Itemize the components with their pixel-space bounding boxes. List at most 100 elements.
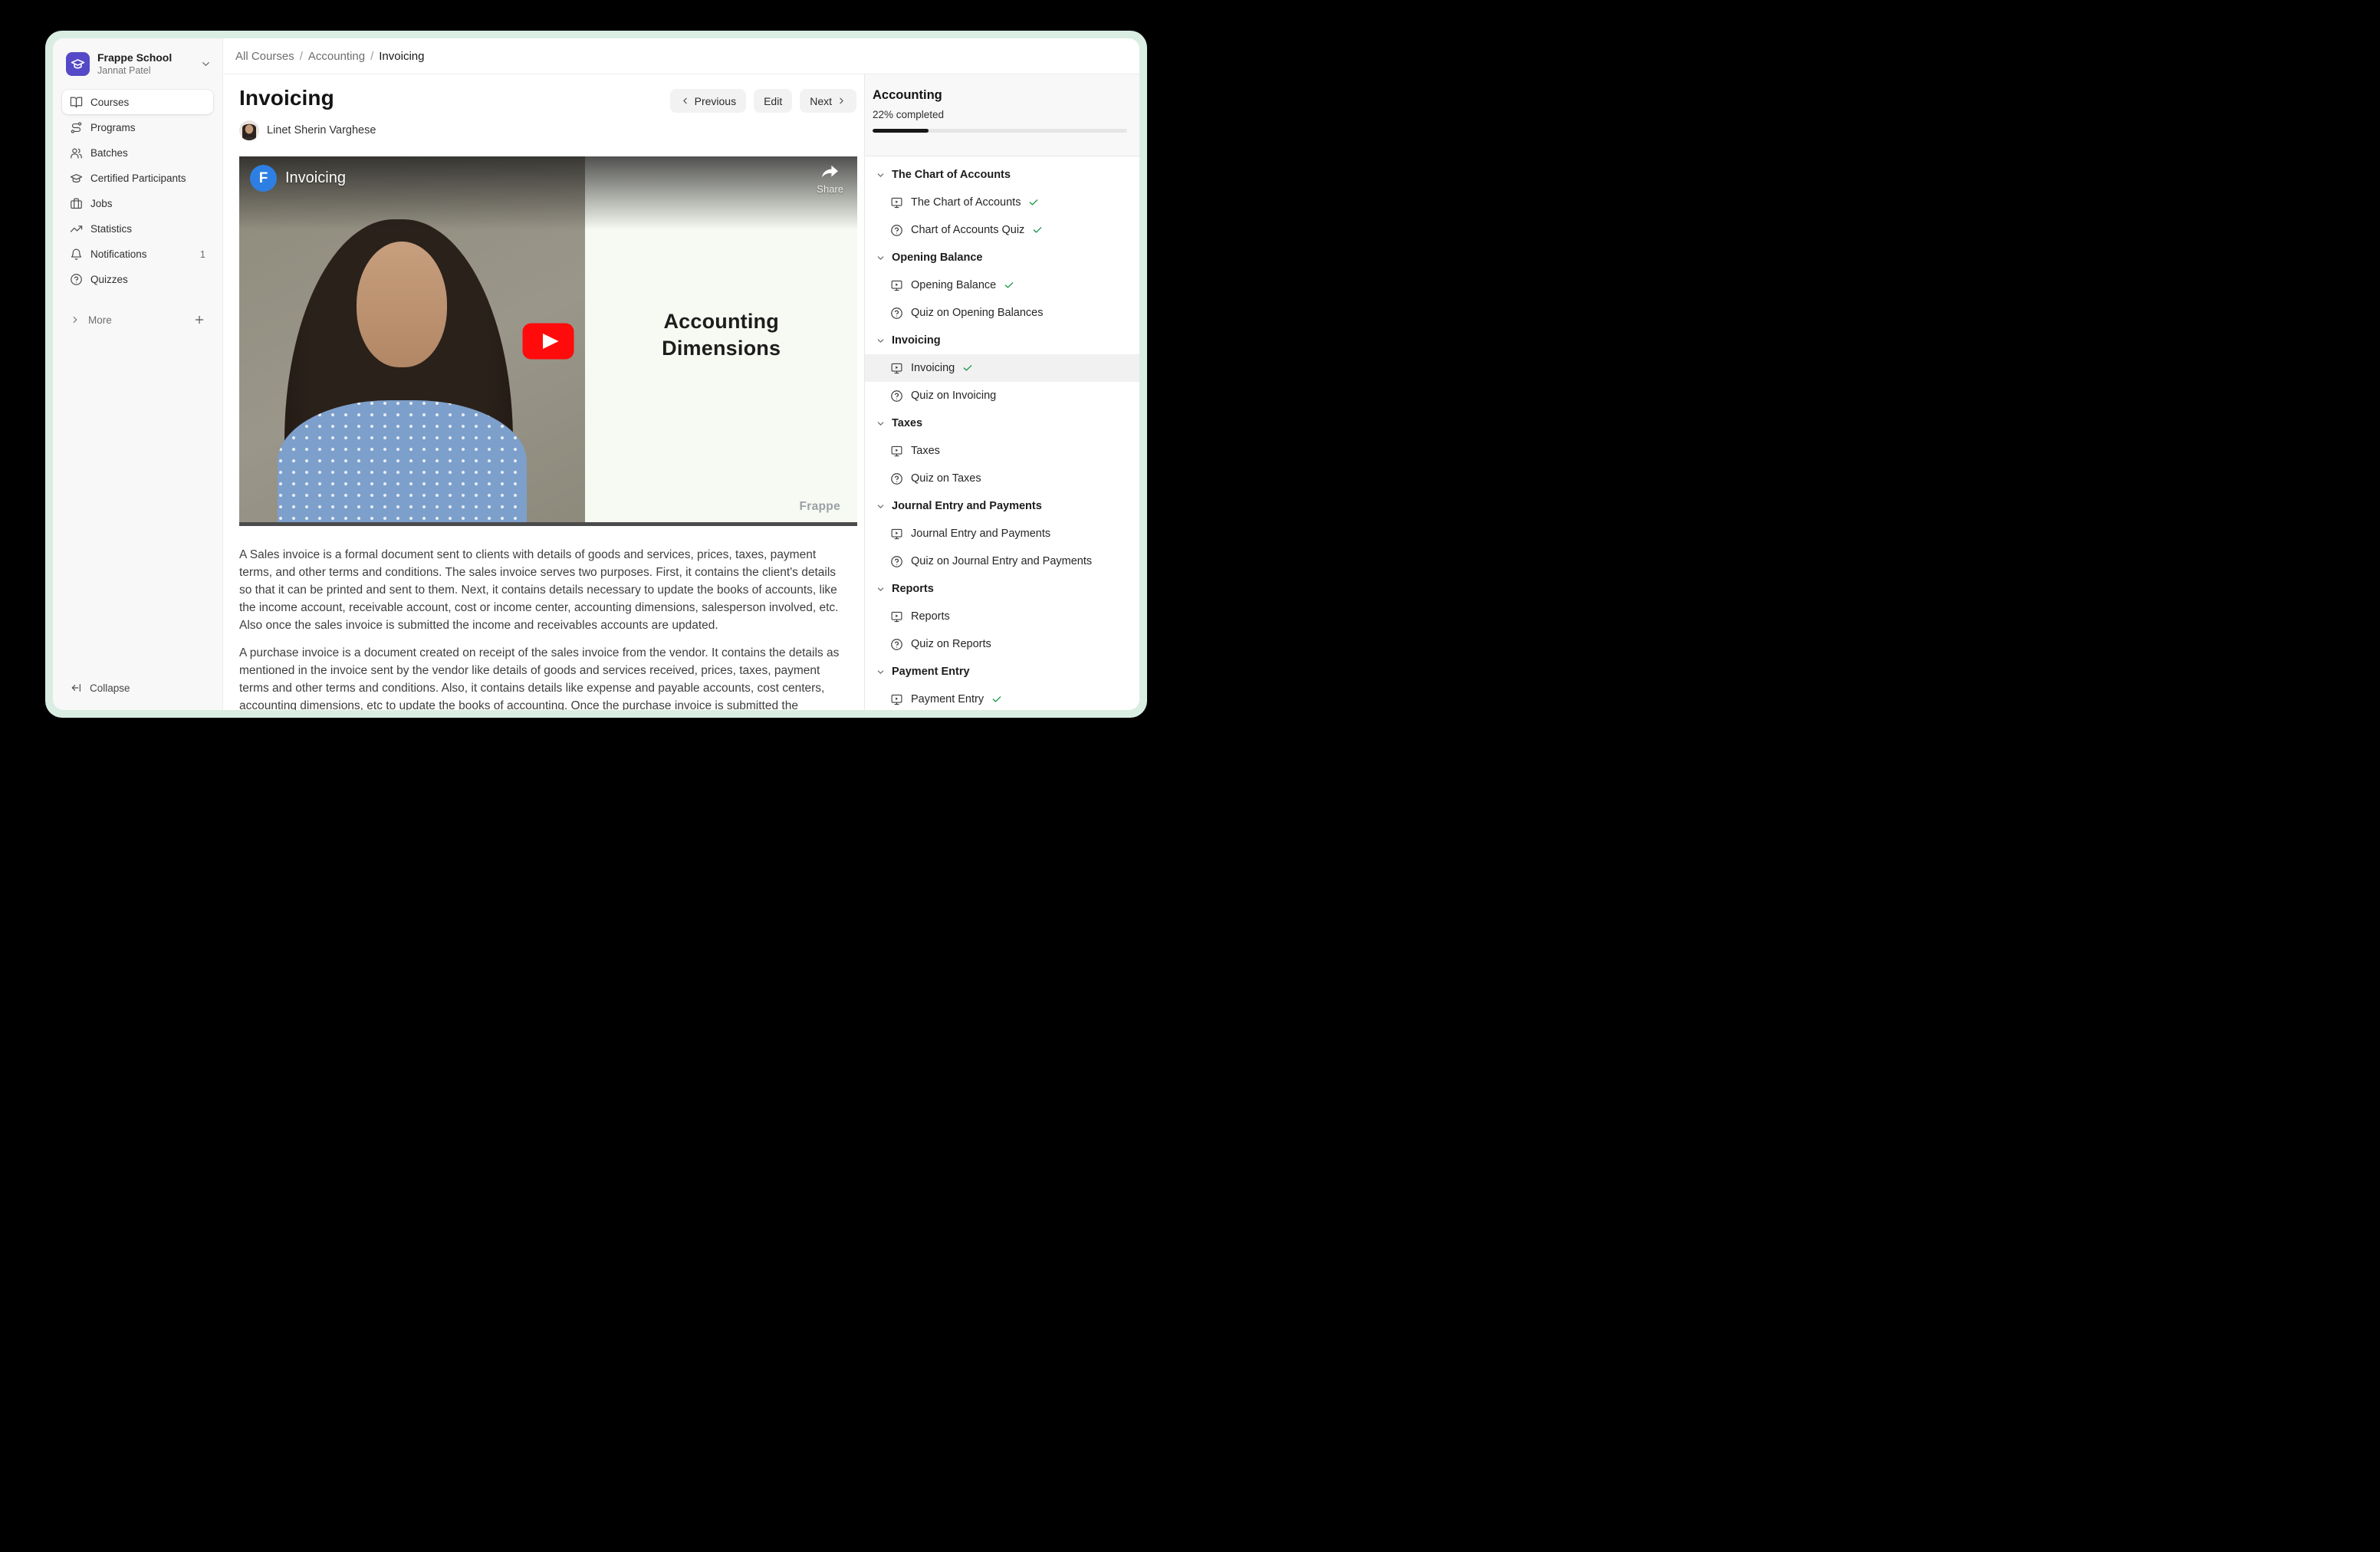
monitor-play-icon [890, 445, 903, 458]
briefcase-icon [70, 197, 83, 210]
course-progress-fill [873, 129, 929, 133]
share-label: Share [817, 183, 843, 195]
add-shortcut-button[interactable] [193, 314, 205, 326]
share-arrow-icon [821, 165, 839, 179]
sidebar-item-batches[interactable]: Batches [62, 140, 213, 165]
sidebar-item-programs[interactable]: Programs [62, 115, 213, 140]
outline-lesson[interactable]: Taxes [865, 437, 1139, 465]
chevron-right-icon [837, 96, 846, 106]
question-circle-icon [890, 555, 903, 568]
sidebar-item-notifications[interactable]: Notifications 1 [62, 242, 213, 266]
edit-lesson-button[interactable]: Edit [754, 89, 792, 113]
sidebar-item-courses[interactable]: Courses [62, 90, 213, 114]
author-row: Linet Sherin Varghese [239, 120, 856, 140]
chevron-down-icon [876, 667, 886, 677]
previous-lesson-button[interactable]: Previous [670, 89, 746, 113]
course-progress-bar [873, 129, 1127, 133]
outline-lesson[interactable]: Journal Entry and Payments [865, 520, 1139, 547]
chevron-down-icon [876, 584, 886, 594]
workspace-info: Frappe School Jannat Patel [97, 51, 172, 77]
sidebar-item-certified-participants[interactable]: Certified Participants [62, 166, 213, 190]
question-circle-icon [890, 390, 903, 403]
sidebar-item-label: Courses [90, 97, 129, 108]
chevron-left-icon [680, 96, 690, 106]
app-frame: Frappe School Jannat Patel Courses Progr… [45, 31, 1147, 718]
monitor-play-icon [890, 693, 903, 706]
frappe-brand-logo: Frappe [800, 500, 840, 514]
outline-lesson[interactable]: Opening Balance [865, 271, 1139, 299]
video-progress-bar[interactable] [239, 522, 857, 526]
outline-section-opening-balance[interactable]: Opening Balance [865, 244, 1139, 271]
collapse-sidebar-icon [70, 682, 82, 694]
outline-lesson[interactable]: Payment Entry [865, 686, 1139, 710]
app-window: Frappe School Jannat Patel Courses Progr… [53, 38, 1139, 710]
outline-quiz[interactable]: Quiz on Taxes [865, 465, 1139, 492]
slide-title: Accounting Dimensions [585, 308, 857, 363]
sidebar-more-toggle[interactable]: More [62, 308, 213, 331]
check-icon [962, 363, 973, 373]
author-avatar [239, 120, 259, 140]
breadcrumb-accounting[interactable]: Accounting [308, 50, 365, 63]
video-title-overlay[interactable]: F Invoicing [250, 165, 346, 192]
outline-section-chart-of-accounts[interactable]: The Chart of Accounts [865, 161, 1139, 189]
next-lesson-button[interactable]: Next [800, 89, 856, 113]
question-circle-icon [890, 472, 903, 485]
lesson-paragraph: A purchase invoice is a document created… [239, 645, 840, 710]
lesson-main: Invoicing Previous Edit Next [223, 74, 864, 710]
sidebar-item-label: Statistics [90, 223, 132, 235]
chevron-down-icon[interactable] [200, 58, 212, 70]
outline-section-payment-entry[interactable]: Payment Entry [865, 658, 1139, 686]
question-circle-icon [890, 638, 903, 651]
check-icon [991, 694, 1002, 705]
lesson-paragraph: A Sales invoice is a formal document sen… [239, 547, 840, 635]
lesson-actions: Previous Edit Next [670, 89, 856, 113]
notifications-count-badge: 1 [200, 248, 205, 260]
breadcrumb-all-courses[interactable]: All Courses [235, 50, 294, 63]
book-open-icon [70, 96, 83, 109]
chevron-right-icon [70, 314, 81, 325]
youtube-play-button[interactable] [523, 324, 574, 360]
lesson-body: A Sales invoice is a formal document sen… [239, 547, 840, 710]
outline-quiz[interactable]: Quiz on Reports [865, 630, 1139, 658]
sidebar-item-quizzes[interactable]: Quizzes [62, 267, 213, 291]
question-circle-icon [70, 273, 83, 286]
sidebar-item-label: Programs [90, 122, 136, 133]
outline-section-reports[interactable]: Reports [865, 575, 1139, 603]
sidebar-item-jobs[interactable]: Jobs [62, 191, 213, 215]
course-outline-panel: Accounting 22% completed The Chart of Ac… [864, 74, 1139, 710]
outline-lesson[interactable]: The Chart of Accounts [865, 189, 1139, 216]
channel-avatar[interactable]: F [250, 165, 277, 192]
outline-lesson[interactable]: Reports [865, 603, 1139, 630]
outline-quiz[interactable]: Quiz on Invoicing [865, 382, 1139, 409]
content-row: Invoicing Previous Edit Next [223, 74, 1139, 710]
chevron-down-icon [876, 170, 886, 180]
question-circle-icon [890, 224, 903, 237]
breadcrumb: All Courses / Accounting / Invoicing [223, 38, 1139, 74]
lesson-video-player[interactable]: Accounting Dimensions Frappe F Invoicing [239, 156, 857, 526]
outline-quiz[interactable]: Quiz on Journal Entry and Payments [865, 547, 1139, 575]
outline-quiz[interactable]: Quiz on Opening Balances [865, 299, 1139, 327]
monitor-play-icon [890, 610, 903, 623]
sidebar-collapse-button[interactable]: Collapse [62, 676, 213, 699]
chevron-down-icon [876, 253, 886, 263]
workspace-switcher[interactable]: Frappe School Jannat Patel [62, 48, 213, 77]
left-sidebar: Frappe School Jannat Patel Courses Progr… [53, 38, 223, 710]
video-share-button[interactable]: Share [817, 165, 843, 195]
sidebar-item-label: Certified Participants [90, 173, 186, 184]
outline-list: The Chart of Accounts The Chart of Accou… [865, 156, 1139, 710]
outline-section-journal-entry-and-payments[interactable]: Journal Entry and Payments [865, 492, 1139, 520]
sidebar-item-label: Quizzes [90, 274, 128, 285]
frappe-school-logo [66, 52, 90, 76]
sidebar-item-statistics[interactable]: Statistics [62, 216, 213, 241]
bell-icon [70, 248, 83, 261]
outline-quiz[interactable]: Chart of Accounts Quiz [865, 216, 1139, 244]
video-title[interactable]: Invoicing [285, 169, 346, 187]
sidebar-item-label: Jobs [90, 198, 113, 209]
outline-section-taxes[interactable]: Taxes [865, 409, 1139, 437]
monitor-play-icon [890, 362, 903, 375]
people-icon [70, 146, 83, 159]
graduation-cap-icon [71, 57, 85, 71]
check-icon [1028, 197, 1039, 208]
outline-section-invoicing[interactable]: Invoicing [865, 327, 1139, 354]
outline-lesson-current[interactable]: Invoicing [865, 354, 1139, 382]
